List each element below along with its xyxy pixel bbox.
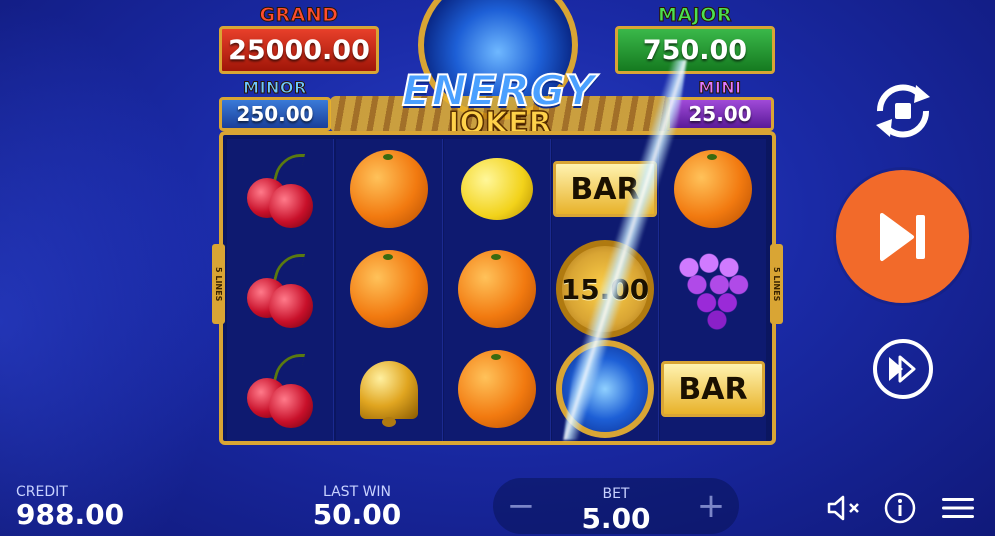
- reel-cell: [227, 339, 333, 439]
- orange-symbol: [350, 150, 428, 228]
- jackpot-major-label: MAJOR: [658, 4, 732, 27]
- spin-button[interactable]: [836, 170, 969, 303]
- play-next-icon: [879, 212, 925, 261]
- reel-cell: [336, 139, 442, 239]
- menu-button[interactable]: [940, 492, 976, 524]
- autoplay-button[interactable]: [866, 80, 940, 142]
- info-button[interactable]: [882, 492, 918, 524]
- lines-badge-left: 5 LINES: [212, 244, 225, 324]
- bet-control: − BET 5.00 +: [493, 478, 739, 535]
- reel-cell: [444, 239, 550, 339]
- reel-cell: [660, 139, 766, 239]
- reel-cell: [444, 139, 550, 239]
- lemon-symbol: [461, 158, 533, 220]
- jackpot-grand-value: 25000.00: [219, 26, 379, 74]
- bet-increase-button[interactable]: +: [691, 484, 731, 528]
- credit-value: 988.00: [16, 498, 125, 531]
- orange-symbol: [674, 150, 752, 228]
- hamburger-menu-icon: [942, 498, 974, 518]
- reel-cell: [227, 139, 333, 239]
- bar-symbol: BAR: [661, 361, 765, 417]
- reel-cell: BAR: [660, 339, 766, 439]
- reels-frame[interactable]: BAR 15.00 BAR: [219, 131, 776, 445]
- reel-3: [444, 139, 551, 441]
- reel-1: [227, 139, 334, 441]
- jackpot-minor-value: 250.00: [219, 97, 331, 131]
- bottom-bar: CREDIT 988.00 LAST WIN 50.00 − BET 5.00 …: [0, 474, 995, 536]
- cherry-symbol: [245, 154, 315, 228]
- jackpot-minor-label: MINOR: [243, 78, 307, 98]
- sound-button[interactable]: [826, 492, 862, 524]
- grapes-symbol: [673, 246, 753, 332]
- bell-symbol: [354, 351, 424, 427]
- orange-symbol: [458, 350, 536, 428]
- jackpot-grand: GRAND 25000.00: [219, 4, 379, 74]
- jackpot-mini-value: 25.00: [666, 97, 774, 131]
- background-glow: [0, 0, 220, 536]
- reel-cell: [227, 239, 333, 339]
- reel-cell: [336, 339, 442, 439]
- reel-cell: [336, 239, 442, 339]
- jackpot-minor: MINOR 250.00: [219, 78, 331, 131]
- last-win-value: 50.00: [312, 498, 402, 531]
- autoplay-icon: [876, 84, 930, 138]
- info-icon: [884, 492, 916, 524]
- cherry-symbol: [245, 354, 315, 428]
- turbo-button[interactable]: [873, 339, 933, 399]
- sound-muted-icon: [827, 495, 859, 521]
- credit-display: CREDIT 988.00: [16, 484, 124, 531]
- reel-5: BAR: [660, 139, 766, 441]
- lines-badge-right: 5 LINES: [770, 244, 783, 324]
- orange-symbol: [458, 250, 536, 328]
- jackpot-grand-label: GRAND: [259, 4, 339, 27]
- reel-2: [336, 139, 443, 441]
- fast-forward-icon: [889, 355, 916, 383]
- last-win-display: LAST WIN 50.00: [312, 484, 402, 531]
- cherry-symbol: [245, 254, 315, 328]
- reel-cell: [660, 239, 766, 339]
- orange-symbol: [350, 250, 428, 328]
- reel-cell: [444, 339, 550, 439]
